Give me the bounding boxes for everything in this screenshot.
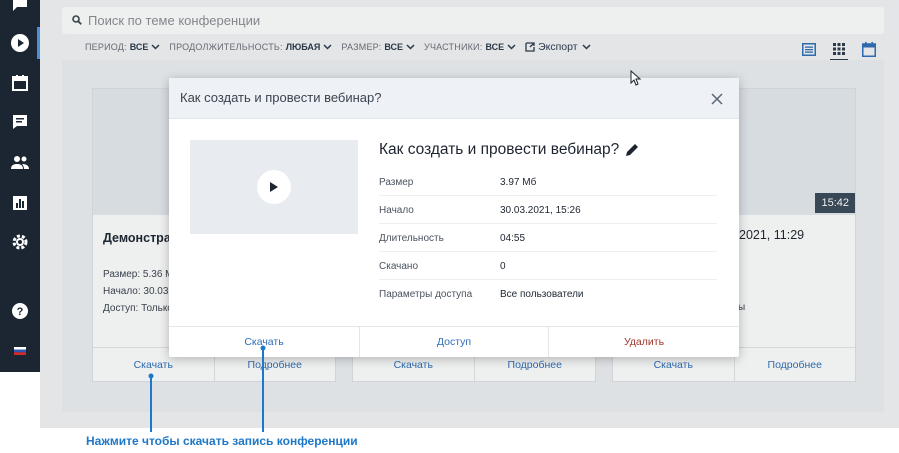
- download-button[interactable]: Скачать: [169, 327, 359, 357]
- detail-value: 04:55: [500, 233, 526, 244]
- detail-row: Параметры доступа Все пользователи: [379, 280, 717, 308]
- sidebar-item-help[interactable]: ?: [0, 291, 40, 331]
- help-icon: ?: [12, 303, 28, 319]
- details-list: Размер 3.97 Мб Начало 30.03.2021, 15:26 …: [379, 168, 717, 308]
- play-icon: [270, 182, 278, 192]
- svg-text:?: ?: [17, 306, 24, 318]
- language-flag-icon: [14, 347, 26, 355]
- detail-row: Размер 3.97 Мб: [379, 168, 717, 196]
- modal-actions: Скачать Доступ Удалить: [169, 326, 739, 357]
- users-icon: [11, 156, 29, 169]
- play-circle-icon: [11, 34, 29, 52]
- recording-details-modal: Как создать и провести вебинар? Как созд…: [169, 78, 739, 357]
- play-button[interactable]: [257, 170, 291, 204]
- sidebar-item-settings[interactable]: [0, 222, 40, 262]
- sidebar-item-stats[interactable]: [0, 183, 40, 223]
- detail-value: 0: [500, 261, 506, 272]
- delete-button[interactable]: Удалить: [548, 327, 739, 357]
- gear-icon: [12, 234, 28, 250]
- calendar-icon: [12, 75, 28, 91]
- callout-line: [262, 346, 264, 432]
- detail-row: Скачано 0: [379, 252, 717, 280]
- sidebar-item-messages[interactable]: [0, 102, 40, 142]
- bar-chart-icon: [13, 196, 27, 210]
- detail-label: Размер: [379, 177, 414, 188]
- modal-header: Как создать и провести вебинар?: [169, 78, 739, 119]
- message-icon: [13, 115, 27, 129]
- detail-label: Скачано: [379, 261, 419, 272]
- pencil-icon[interactable]: [625, 143, 639, 157]
- callout-line: [150, 374, 152, 432]
- recording-title-text: Как создать и провести вебинар?: [379, 141, 620, 158]
- detail-row: Начало 30.03.2021, 15:26: [379, 196, 717, 224]
- screen: ? Поиск по теме конференции Период: все …: [0, 0, 899, 453]
- modal-header-title: Как создать и провести вебинар?: [180, 90, 382, 105]
- sidebar-item-calendar[interactable]: [0, 63, 40, 103]
- detail-label: Параметры доступа: [379, 289, 473, 300]
- sidebar-item-recordings[interactable]: [0, 23, 40, 63]
- mouse-cursor-icon: [630, 70, 642, 86]
- sidebar-item-chats[interactable]: [0, 0, 40, 24]
- callout-dot: [148, 373, 154, 379]
- detail-value: 3.97 Мб: [500, 177, 537, 188]
- sidebar: ?: [0, 0, 40, 372]
- detail-row: Длительность 04:55: [379, 224, 717, 252]
- callout-dot: [260, 345, 266, 351]
- chat-bubble-icon: [13, 0, 27, 11]
- sidebar-item-users[interactable]: [0, 142, 40, 182]
- sidebar-item-language[interactable]: [0, 331, 40, 371]
- close-icon[interactable]: [711, 93, 723, 105]
- callout-text: Нажмите чтобы скачать запись конференции: [86, 434, 358, 448]
- access-button[interactable]: Доступ: [359, 327, 548, 357]
- video-preview[interactable]: [190, 140, 358, 234]
- detail-value: 30.03.2021, 15:26: [500, 205, 581, 216]
- detail-value: Все пользователи: [500, 289, 584, 300]
- detail-label: Длительность: [379, 233, 444, 244]
- recording-title: Как создать и провести вебинар?: [379, 141, 639, 159]
- detail-label: Начало: [379, 205, 414, 216]
